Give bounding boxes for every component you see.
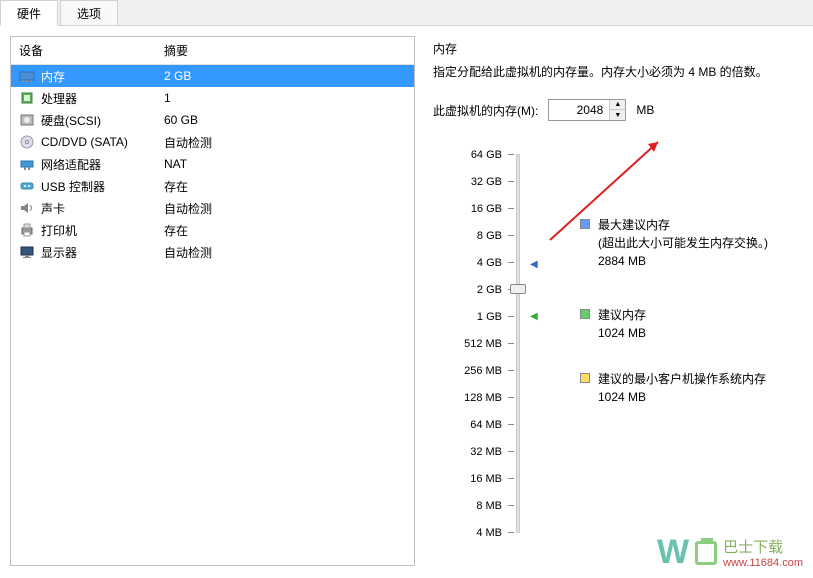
hardware-row[interactable]: 声卡自动检测: [11, 197, 414, 219]
tab-hardware[interactable]: 硬件: [0, 0, 58, 26]
tab-options[interactable]: 选项: [60, 0, 118, 25]
hardware-name: 处理器: [41, 90, 164, 107]
legend-rec-title: 建议内存: [598, 306, 646, 324]
hardware-name: 网络适配器: [41, 156, 164, 173]
hardware-value: 存在: [164, 178, 406, 195]
hardware-value: 2 GB: [164, 69, 406, 83]
slider-tick-label: 4 GB: [433, 249, 502, 276]
memory-unit: MB: [636, 103, 654, 117]
spinner-up[interactable]: ▲: [610, 100, 625, 110]
hardware-row[interactable]: CD/DVD (SATA)自动检测: [11, 131, 414, 153]
slider-tick-label: 32 GB: [433, 168, 502, 195]
hardware-name: USB 控制器: [41, 178, 164, 195]
network-icon: [19, 156, 35, 172]
legend-max-val: 2884 MB: [598, 252, 768, 270]
slider-tick-label: 8 MB: [433, 492, 502, 519]
legend-rec: 建议内存 1024 MB: [580, 306, 768, 342]
slider-tick-label: 16 GB: [433, 195, 502, 222]
usb-icon: [19, 178, 35, 194]
marker-max-icon: ◀: [530, 259, 538, 270]
hardware-name: 硬盘(SCSI): [41, 112, 164, 129]
hardware-value: 自动检测: [164, 200, 406, 217]
memory-slider[interactable]: ◀ ◀: [508, 141, 548, 546]
legend-box-blue: [580, 219, 590, 229]
watermark-w-icon: W: [657, 533, 689, 572]
slider-tick-label: 128 MB: [433, 384, 502, 411]
watermark-box-icon: [695, 541, 717, 565]
slider-tick-label: 512 MB: [433, 330, 502, 357]
memory-label: 此虚拟机的内存(M):: [433, 102, 538, 119]
memory-spinner[interactable]: ▲ ▼: [548, 99, 626, 121]
tab-bar: 硬件 选项: [0, 0, 813, 26]
hardware-row[interactable]: 显示器自动检测: [11, 241, 414, 263]
legend-rec-val: 1024 MB: [598, 324, 646, 342]
hardware-value: 1: [164, 91, 406, 105]
header-summary: 摘要: [164, 42, 406, 59]
slider-tick-label: 8 GB: [433, 222, 502, 249]
hardware-row[interactable]: 网络适配器NAT: [11, 153, 414, 175]
legend-max-note: (超出此大小可能发生内存交换。): [598, 234, 768, 252]
hardware-name: 内存: [41, 68, 164, 85]
slider-tick-label: 64 MB: [433, 411, 502, 438]
cpu-icon: [19, 90, 35, 106]
watermark-url: www.11684.com: [723, 557, 803, 569]
memory-title: 内存: [433, 40, 803, 57]
legend-min: 建议的最小客户机操作系统内存 1024 MB: [580, 370, 768, 406]
hardware-row[interactable]: 处理器1: [11, 87, 414, 109]
slider-tick-label: 1 GB: [433, 303, 502, 330]
sound-icon: [19, 200, 35, 216]
slider-ticks: 64 GB32 GB16 GB8 GB4 GB2 GB1 GB512 MB256…: [433, 141, 508, 546]
legend-min-title: 建议的最小客户机操作系统内存: [598, 370, 766, 388]
hardware-value: 存在: [164, 222, 406, 239]
slider-tick-label: 256 MB: [433, 357, 502, 384]
hardware-name: CD/DVD (SATA): [41, 135, 164, 149]
memory-desc: 指定分配给此虚拟机的内存量。内存大小必须为 4 MB 的倍数。: [433, 63, 803, 81]
marker-rec-icon: ◀: [530, 311, 538, 322]
slider-tick-label: 4 MB: [433, 519, 502, 546]
hardware-row[interactable]: USB 控制器存在: [11, 175, 414, 197]
hardware-value: NAT: [164, 157, 406, 171]
hardware-row[interactable]: 内存2 GB: [11, 65, 414, 87]
slider-tick-label: 64 GB: [433, 141, 502, 168]
hardware-value: 60 GB: [164, 113, 406, 127]
legend-box-yellow: [580, 373, 590, 383]
slider-tick-label: 16 MB: [433, 465, 502, 492]
slider-thumb[interactable]: [510, 284, 526, 294]
hardware-name: 打印机: [41, 222, 164, 239]
legend-min-val: 1024 MB: [598, 388, 766, 406]
legend-max-title: 最大建议内存: [598, 216, 768, 234]
hardware-value: 自动检测: [164, 134, 406, 151]
watermark-brand: 巴士下载: [723, 536, 803, 557]
hardware-header: 设备 摘要: [11, 37, 414, 65]
printer-icon: [19, 222, 35, 238]
hardware-row[interactable]: 硬盘(SCSI)60 GB: [11, 109, 414, 131]
cd-icon: [19, 134, 35, 150]
hardware-row[interactable]: 打印机存在: [11, 219, 414, 241]
hardware-name: 显示器: [41, 244, 164, 261]
hardware-name: 声卡: [41, 200, 164, 217]
memory-icon: [19, 68, 35, 84]
spinner-down[interactable]: ▼: [610, 110, 625, 120]
watermark: W 巴士下载 www.11684.com: [657, 533, 803, 572]
hardware-value: 自动检测: [164, 244, 406, 261]
slider-tick-label: 2 GB: [433, 276, 502, 303]
display-icon: [19, 244, 35, 260]
memory-panel: 内存 指定分配给此虚拟机的内存量。内存大小必须为 4 MB 的倍数。 此虚拟机的…: [427, 36, 803, 566]
disk-icon: [19, 112, 35, 128]
legend: 最大建议内存 (超出此大小可能发生内存交换。) 2884 MB 建议内存 102…: [580, 141, 768, 546]
hardware-list: 设备 摘要 内存2 GB处理器1硬盘(SCSI)60 GBCD/DVD (SAT…: [10, 36, 415, 566]
legend-box-green: [580, 309, 590, 319]
legend-max: 最大建议内存 (超出此大小可能发生内存交换。) 2884 MB: [580, 216, 768, 270]
memory-input[interactable]: [549, 100, 609, 120]
slider-tick-label: 32 MB: [433, 438, 502, 465]
header-device: 设备: [19, 42, 164, 59]
